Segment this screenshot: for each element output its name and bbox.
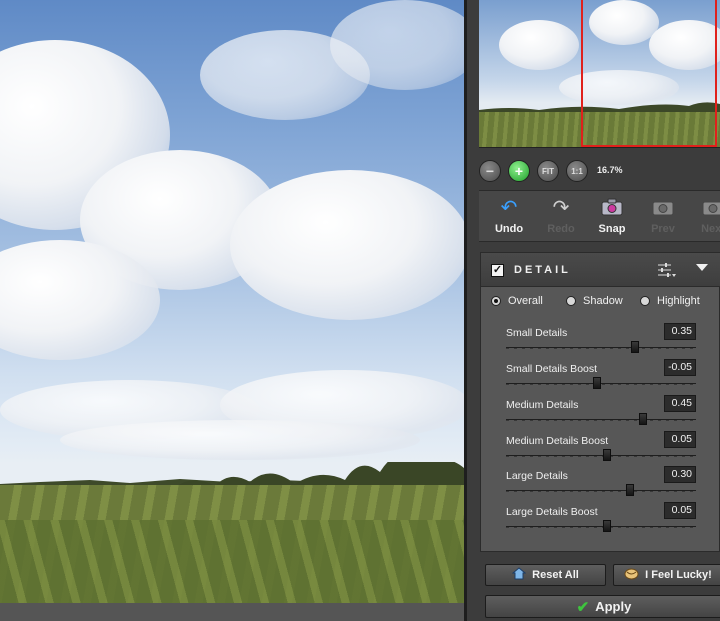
slider-label: Large Details: [506, 470, 568, 482]
app-window: − + FIT 1:1 16.7% ↶ Undo ↷ Redo Snap Pre…: [0, 0, 720, 621]
radio-dot: [491, 296, 501, 306]
collapse-triangle-icon[interactable]: [696, 264, 708, 271]
slider-ticks: [506, 491, 696, 492]
slider-thumb[interactable]: [593, 377, 602, 389]
camera-prev-icon: [651, 197, 675, 219]
slider-ticks: [506, 527, 696, 528]
slider-label: Small Details: [506, 327, 568, 339]
history-toolbar: ↶ Undo ↷ Redo Snap Prev Nex: [479, 190, 720, 242]
ploughed-field-foreground: [0, 520, 464, 603]
slider-value-field[interactable]: 0.30: [664, 466, 696, 483]
apply-button[interactable]: ✔ Apply: [485, 595, 720, 618]
reset-all-button[interactable]: Reset All: [485, 564, 606, 586]
redo-icon: ↷: [552, 197, 570, 219]
undo-icon: ↶: [500, 197, 518, 219]
slider-ticks: [506, 456, 696, 457]
reset-all-label: Reset All: [532, 569, 579, 581]
radio-label: Highlight: [657, 295, 700, 307]
slider-medium-details-boost: Medium Details Boost 0.05: [481, 429, 720, 465]
slider-thumb[interactable]: [638, 413, 647, 425]
minus-icon: −: [485, 163, 495, 179]
fortune-cookie-icon: [624, 567, 639, 583]
radio-shadow[interactable]: Shadow: [566, 294, 623, 308]
snap-label: Snap: [598, 223, 626, 235]
feel-lucky-label: I Feel Lucky!: [645, 569, 712, 581]
slider-value-field[interactable]: 0.45: [664, 395, 696, 412]
slider-small-details: Small Details 0.35: [481, 321, 720, 357]
one-to-one-icon: 1:1: [571, 166, 583, 176]
slider-small-details-boost: Small Details Boost -0.05: [481, 357, 720, 393]
cloud-shape: [230, 170, 464, 320]
slider-thumb[interactable]: [625, 484, 634, 496]
slider-label: Small Details Boost: [506, 363, 598, 375]
reset-icon: [511, 567, 527, 583]
zoom-level-readout: 16.7%: [597, 165, 623, 175]
redo-button[interactable]: ↷ Redo: [537, 195, 585, 239]
slider-thumb[interactable]: [631, 341, 640, 353]
redo-label: Redo: [547, 223, 575, 235]
slider-label: Medium Details Boost: [506, 435, 609, 447]
slider-ticks: [506, 420, 696, 421]
slider-large-details-boost: Large Details Boost 0.05: [481, 500, 720, 536]
next-label: Next: [701, 223, 720, 235]
checkmark-icon: ✔: [576, 598, 590, 616]
detail-section: ✓ DETAIL Overall Shadow Highlight Small …: [480, 252, 720, 552]
prev-snapshot-button[interactable]: Prev: [639, 195, 687, 239]
prev-label: Prev: [651, 223, 675, 235]
slider-value-field[interactable]: -0.05: [664, 359, 696, 376]
navigator-viewport-frame[interactable]: [581, 0, 717, 147]
adjustment-panel: − + FIT 1:1 16.7% ↶ Undo ↷ Redo Snap Pre…: [467, 0, 720, 621]
radio-highlight[interactable]: Highlight: [640, 294, 700, 308]
radio-dot: [566, 296, 576, 306]
apply-label: Apply: [595, 599, 632, 614]
presets-sliders-icon[interactable]: [657, 262, 676, 278]
next-snapshot-button[interactable]: Next: [689, 195, 720, 239]
undo-button[interactable]: ↶ Undo: [485, 195, 533, 239]
slider-ticks: [506, 348, 696, 349]
slider-value-field[interactable]: 0.05: [664, 431, 696, 448]
zoom-actual-size-button[interactable]: 1:1: [566, 160, 588, 182]
radio-dot: [640, 296, 650, 306]
snap-button[interactable]: Snap: [588, 195, 636, 239]
slider-value-field[interactable]: 0.35: [664, 323, 696, 340]
detail-enable-checkbox[interactable]: ✓: [491, 264, 504, 277]
cloud-shape: [60, 420, 420, 460]
zoom-fit-button[interactable]: FIT: [537, 160, 559, 182]
cloud-shape: [499, 20, 579, 70]
zoom-out-button[interactable]: −: [479, 160, 501, 182]
detail-header[interactable]: ✓ DETAIL: [481, 253, 720, 287]
image-canvas[interactable]: [0, 0, 464, 603]
slider-medium-details: Medium Details 0.45: [481, 393, 720, 429]
radio-overall[interactable]: Overall: [491, 294, 543, 308]
slider-value-field[interactable]: 0.05: [664, 502, 696, 519]
slider-thumb[interactable]: [602, 520, 611, 532]
camera-next-icon: [701, 197, 720, 219]
camera-icon: [600, 197, 624, 219]
slider-thumb[interactable]: [602, 449, 611, 461]
undo-label: Undo: [494, 223, 524, 235]
slider-label: Large Details Boost: [506, 506, 598, 518]
zoom-in-button[interactable]: +: [508, 160, 530, 182]
fit-icon: FIT: [542, 166, 554, 176]
radio-label: Overall: [508, 295, 543, 307]
navigator-thumbnail[interactable]: [479, 0, 720, 148]
slider-label: Medium Details: [506, 399, 579, 411]
tonal-range-selector: Overall Shadow Highlight: [481, 291, 720, 311]
slider-large-details: Large Details 0.30: [481, 464, 720, 500]
canvas-status-strip: [0, 603, 466, 621]
radio-label: Shadow: [583, 295, 623, 307]
zoom-toolbar: − + FIT 1:1 16.7%: [479, 158, 720, 184]
plus-icon: +: [514, 163, 524, 179]
feel-lucky-button[interactable]: I Feel Lucky!: [613, 564, 720, 586]
detail-title: DETAIL: [514, 264, 571, 276]
